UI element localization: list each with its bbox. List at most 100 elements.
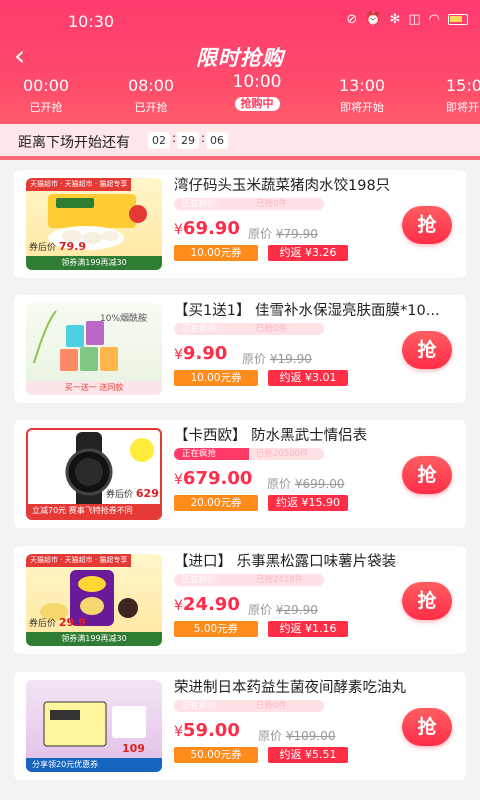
sales-progress: 正在疯抢 已抢20500件: [174, 448, 324, 460]
countdown-hours: 02: [148, 132, 170, 149]
grab-button[interactable]: 抢: [402, 582, 452, 620]
thumb-tag-price: 79.9: [58, 240, 87, 253]
session-tabs: 00:00 已开抢 08:00 已开抢 10:00 抢购中 13:00 即将开始…: [0, 72, 480, 120]
grab-button[interactable]: 抢: [402, 206, 452, 244]
product-card[interactable]: 10%烟酰胺 买一送一 送同款 【买1送1】 佳雪补水保湿亮肤面膜*10... …: [14, 295, 466, 403]
product-image: 天猫超市 · 天猫超市 · 猫超专享 券后价 79.9 领券满199再减30: [26, 178, 162, 270]
session-tab-1000[interactable]: 10:00 抢购中: [207, 72, 307, 111]
status-time: 10:30: [68, 12, 115, 31]
original-label: 原价: [267, 477, 292, 491]
original-value: ¥79.90: [275, 227, 318, 241]
thumb-strip: 领券满199再减30: [26, 256, 162, 270]
page-title: 限时抢购: [196, 46, 284, 70]
currency-symbol: ¥: [174, 724, 183, 740]
grab-button[interactable]: 抢: [402, 456, 452, 494]
product-name[interactable]: 【卡西欧】 防水黑武士情侣表: [174, 424, 459, 445]
countdown-bar: 距离下场开始还有 02 : 29 : 06: [0, 124, 480, 156]
original-label: 原价: [248, 227, 273, 241]
product-image: 券后价 629 立减70元 赛事飞特抢券不同: [26, 428, 162, 520]
bluetooth-icon: ✻: [389, 12, 401, 27]
product-image: 10%烟酰胺 买一送一 送同款: [26, 303, 162, 395]
countdown-colon: :: [172, 131, 177, 145]
session-tab-0800[interactable]: 08:00 已开抢: [101, 76, 201, 115]
grab-button[interactable]: 抢: [402, 708, 452, 746]
progress-label: 正在疯抢: [182, 199, 217, 209]
status-icons: ⊘ ⏰ ✻ ◫ ◠: [346, 12, 468, 27]
session-tab-1500[interactable]: 15:0 即将开: [418, 76, 480, 115]
thumb-price-tag: 券后价 629: [106, 487, 159, 500]
original-price: 原价 ¥19.90: [242, 350, 312, 367]
coupon-badge: 50.00元券: [174, 747, 258, 763]
session-time: 10:00: [232, 72, 282, 92]
countdown-seconds: 06: [206, 132, 228, 149]
session-time: 00:00: [22, 76, 70, 95]
countdown-label: 距离下场开始还有: [18, 135, 130, 151]
current-price: ¥24.90: [174, 594, 240, 615]
thumb-tag-prefix: 券后价: [106, 490, 134, 500]
product-card[interactable]: 天猫超市 · 天猫超市 · 猫超专享 券后价 29.9 领券满199再减30 【…: [14, 546, 466, 654]
nav-bar: ‹ 限时抢购: [0, 40, 480, 74]
coupon-badge: 10.00元券: [174, 370, 258, 386]
thumb-strip: 分享领20元优惠券: [26, 758, 162, 772]
original-price: 原价 ¥699.00: [267, 475, 344, 492]
progress-label: 正在疯抢: [182, 449, 217, 459]
session-status: 即将开: [446, 101, 479, 114]
price-value: 59.00: [182, 720, 240, 741]
product-name[interactable]: 湾仔码头玉米蔬菜猪肉水饺198只: [174, 174, 459, 195]
product-card[interactable]: 109 分享领20元优惠券 荣进制日本药益生菌夜间酵素吃油丸 正在疯抢 已抢0件…: [14, 672, 466, 780]
sold-count: 已抢0件: [256, 324, 287, 334]
current-price: ¥59.00: [174, 720, 240, 741]
sold-count: 已抢2418件: [256, 575, 304, 585]
sales-progress: 正在疯抢 已抢0件: [174, 700, 324, 712]
original-price: 原价 ¥79.90: [248, 225, 318, 242]
countdown-colon: :: [201, 131, 206, 145]
session-status: 已开抢: [134, 101, 168, 114]
currency-symbol: ¥: [174, 598, 183, 614]
current-price: ¥69.90: [174, 218, 240, 239]
sold-count: 已抢0件: [256, 199, 287, 209]
rebate-badge: 约返 ¥3.26: [268, 245, 348, 261]
rebate-badge: 约返 ¥1.16: [268, 621, 348, 637]
progress-label: 正在疯抢: [182, 575, 217, 585]
sold-count: 已抢20500件: [256, 449, 309, 459]
original-label: 原价: [242, 352, 267, 366]
sales-progress: 正在疯抢 已抢0件: [174, 323, 324, 335]
session-time: 08:00: [127, 76, 175, 95]
product-name[interactable]: 【买1送1】 佳雪补水保湿亮肤面膜*10...: [174, 299, 459, 320]
thumb-tag-price: 109: [122, 742, 145, 755]
progress-label: 正在疯抢: [182, 701, 217, 711]
thumb-tag-price: 629: [135, 487, 159, 500]
original-price: 原价 ¥29.90: [248, 601, 318, 618]
currency-symbol: ¥: [174, 472, 183, 488]
original-price: 原价 ¥109.00: [258, 727, 335, 744]
rebate-badge: 约返 ¥15.90: [268, 495, 348, 511]
thumb-tag-prefix: 券后价: [29, 619, 57, 629]
product-name[interactable]: 荣进制日本药益生菌夜间酵素吃油丸: [174, 676, 459, 697]
currency-symbol: ¥: [174, 222, 183, 238]
session-tab-1300[interactable]: 13:00 即将开始: [312, 76, 412, 115]
thumb-price-tag: 券后价 79.9: [29, 240, 86, 253]
product-image: 天猫超市 · 天猫超市 · 猫超专享 券后价 29.9 领券满199再减30: [26, 554, 162, 646]
original-value: ¥109.00: [285, 729, 336, 743]
thumb-strip: 买一送一 送同款: [26, 381, 162, 395]
product-card[interactable]: 券后价 629 立减70元 赛事飞特抢券不同 【卡西欧】 防水黑武士情侣表 正在…: [14, 420, 466, 528]
grab-button[interactable]: 抢: [402, 331, 452, 369]
product-card[interactable]: 天猫超市 · 天猫超市 · 猫超专享 券后价 79.9 领券满199再减30 湾…: [14, 170, 466, 278]
original-value: ¥19.90: [269, 352, 312, 366]
thumb-strip: 领券满199再减30: [26, 632, 162, 646]
wifi-icon: ◠: [428, 12, 440, 27]
mute-icon: ⊘: [346, 12, 358, 27]
coupon-badge: 10.00元券: [174, 245, 258, 261]
original-label: 原价: [258, 729, 283, 743]
coupon-badge: 20.00元券: [174, 495, 258, 511]
rebate-badge: 约返 ¥3.01: [268, 370, 348, 386]
current-price: ¥9.90: [174, 343, 227, 364]
product-name[interactable]: 【进口】 乐事黑松露口味薯片袋装: [174, 550, 459, 571]
session-tab-0000[interactable]: 00:00 已开抢: [0, 76, 96, 115]
original-value: ¥29.90: [275, 603, 318, 617]
sales-progress: 正在疯抢 已抢2418件: [174, 574, 324, 586]
currency-symbol: ¥: [174, 347, 183, 363]
price-value: 24.90: [182, 594, 240, 615]
thumb-price-tag: 109: [122, 742, 145, 755]
countdown-minutes: 29: [177, 132, 199, 149]
